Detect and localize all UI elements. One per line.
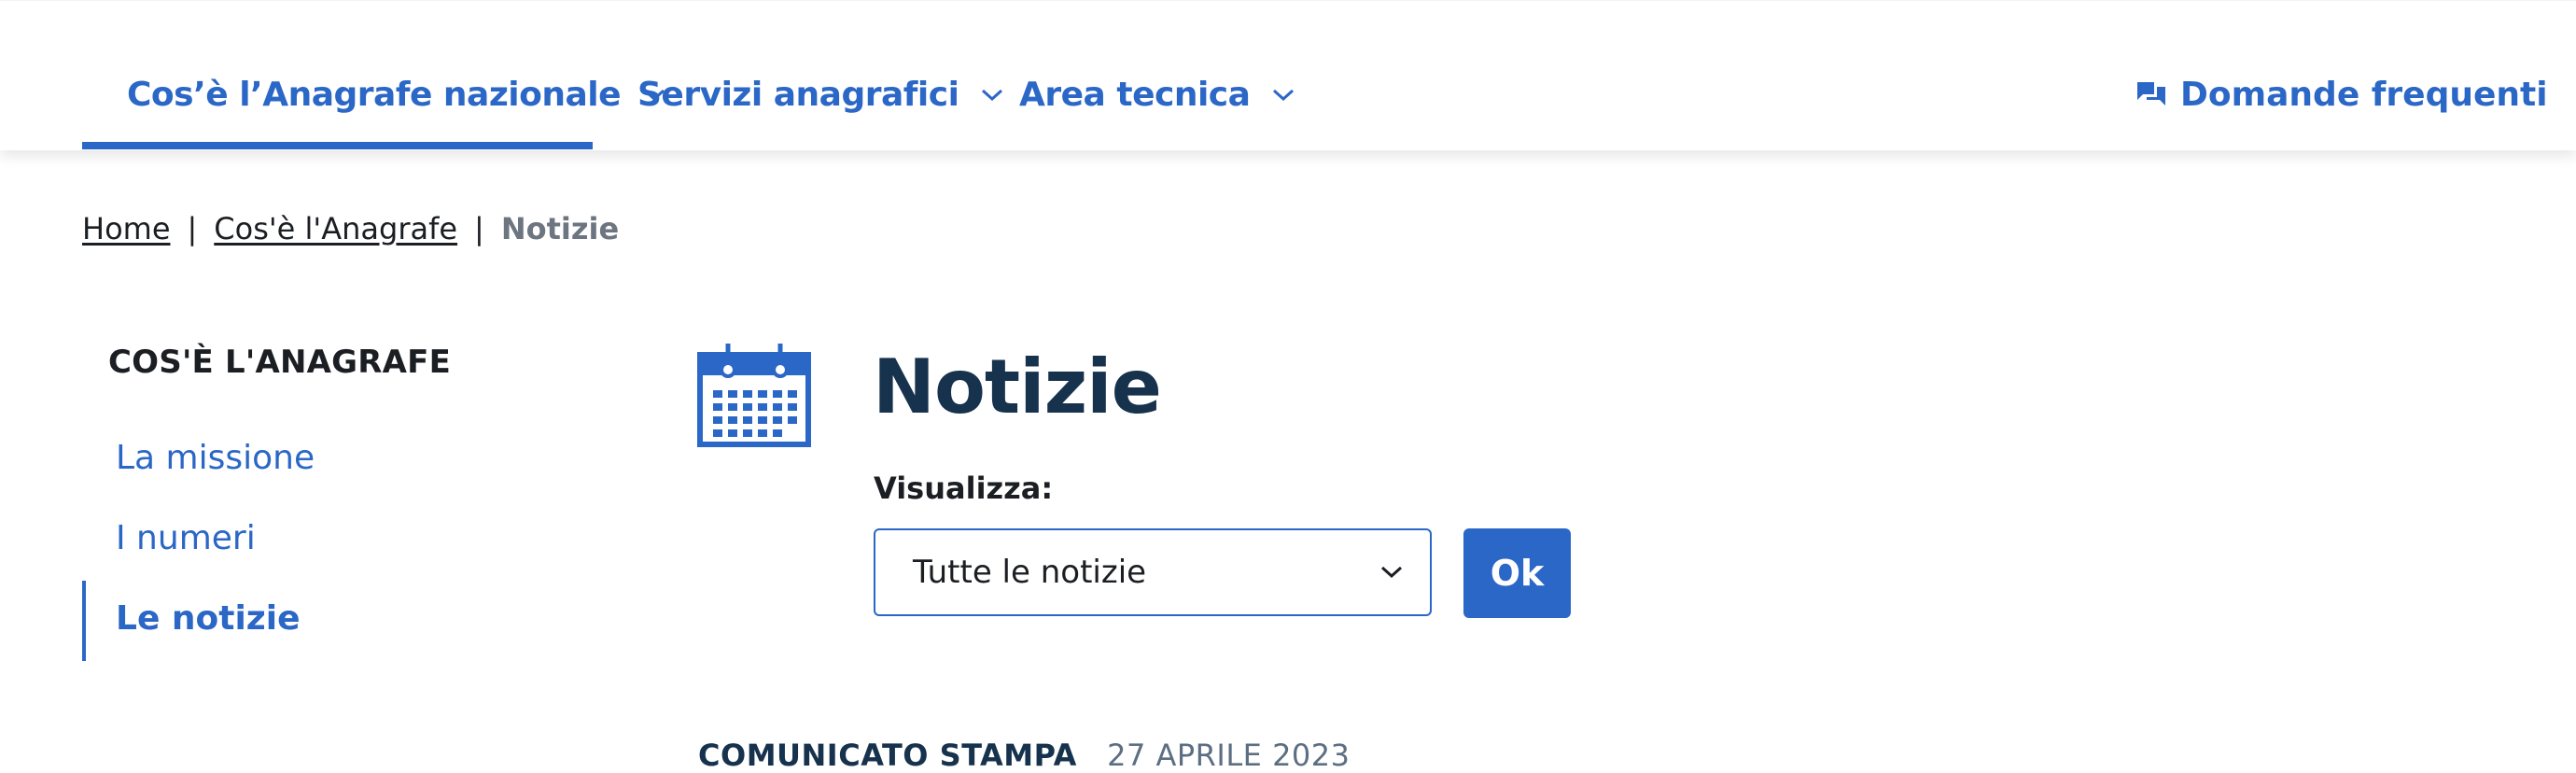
nav-label: Cos’è l’Anagrafe nazionale [127,75,622,114]
nav-item-cos-e-anagrafe[interactable]: Cos’è l’Anagrafe nazionale [127,64,667,124]
sidebar-item-le-notizie[interactable]: Le notizie [116,599,301,638]
sidebar-active-indicator [82,581,86,661]
nav-label: Area tecnica [1019,75,1251,114]
site-header: Cos’è l’Anagrafe nazionale Servizi anagr… [0,0,2576,150]
chevron-down-icon [1273,89,1295,102]
breadcrumb-cos-e-anagrafe[interactable]: Cos'è l'Anagrafe [214,211,457,246]
nav-item-area-tecnica[interactable]: Area tecnica [1019,64,1296,124]
sidebar-item-la-missione[interactable]: La missione [116,439,315,477]
news-meta: COMUNICATO STAMPA 27 APRILE 2023 [698,738,1351,773]
nav-label: Servizi anagrafici [637,75,959,114]
news-category: COMUNICATO STAMPA [698,738,1077,773]
breadcrumb-separator: | [187,211,198,246]
page-title: Notizie [873,344,1162,430]
filter-label: Visualizza: [874,471,1054,506]
news-date: 27 APRILE 2023 [1107,738,1351,773]
news-filter-select[interactable]: Tutte le notizie [874,528,1432,616]
breadcrumb-separator: | [474,211,484,246]
sidebar-title: COS'È L'ANAGRAFE [108,344,452,381]
chevron-down-icon [1380,566,1403,579]
faq-link[interactable]: Domande frequenti [2135,64,2548,124]
calendar-icon [697,344,811,447]
nav-active-indicator [82,142,593,149]
breadcrumb-current: Notizie [500,211,620,246]
ok-button[interactable]: Ok [1463,528,1571,618]
breadcrumb-home[interactable]: Home [82,211,171,246]
chevron-down-icon [982,89,1003,102]
nav-item-servizi-anagrafici[interactable]: Servizi anagrafici [637,64,1005,124]
breadcrumb: Home | Cos'è l'Anagrafe | Notizie [82,211,619,246]
chat-bubbles-icon [2137,82,2165,105]
select-value: Tutte le notizie [913,554,1147,591]
sidebar-item-i-numeri[interactable]: I numeri [116,519,256,557]
faq-label: Domande frequenti [2180,75,2548,114]
